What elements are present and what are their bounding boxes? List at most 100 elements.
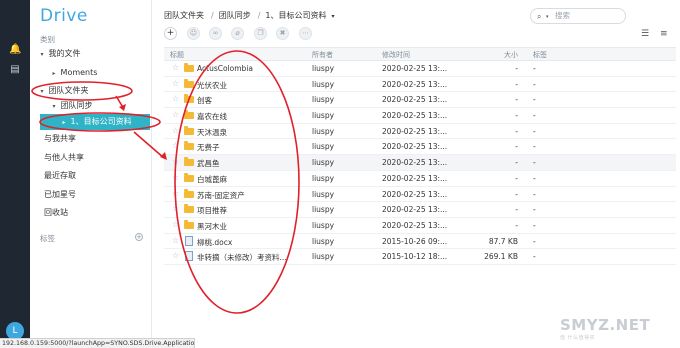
breadcrumb-item[interactable]: 团队同步: [219, 11, 251, 20]
link-icon[interactable]: ⌀: [231, 27, 244, 40]
sidebar-item-my-files[interactable]: ▾ 我的文件: [30, 46, 152, 62]
sidebar-item-moments[interactable]: ▸ Moments: [30, 65, 152, 81]
file-name[interactable]: 非转摘（未修改）考资料...: [197, 252, 287, 263]
star-icon[interactable]: ☆: [172, 126, 179, 135]
file-tags: -: [533, 173, 536, 183]
table-header: 标题 所有者 修改时间 大小 标签: [164, 47, 676, 61]
breadcrumb-separator: /: [211, 11, 214, 20]
table-row[interactable]: ☆ 非转摘（未修改）考资料... liuspy 2015-10-12 18:... 26…: [164, 249, 676, 265]
chevron-right-icon[interactable]: ▸: [60, 115, 68, 131]
copy-icon[interactable]: ❐: [254, 27, 267, 40]
file-name[interactable]: 项目推荐: [197, 205, 227, 216]
sidebar-item-label: 1、目标公司资料: [70, 117, 132, 126]
col-modified[interactable]: 修改时间: [382, 50, 410, 60]
sidebar-item-trash[interactable]: 回收站: [30, 205, 152, 221]
file-name[interactable]: 黑河木业: [197, 221, 227, 232]
sidebar-item-shared-with-others[interactable]: 与他人共享: [30, 150, 152, 166]
add-tag-icon[interactable]: +: [135, 233, 143, 241]
table-row[interactable]: ☆ 创客 liuspy 2020-02-25 13:... - -: [164, 92, 676, 109]
file-name[interactable]: 天沐温泉: [197, 127, 227, 138]
document-icon[interactable]: ▤: [9, 64, 21, 76]
chevron-right-icon[interactable]: ▸: [50, 66, 58, 82]
chevron-down-icon[interactable]: ▾: [332, 13, 335, 20]
star-icon[interactable]: ☆: [172, 79, 179, 88]
star-icon[interactable]: ☆: [172, 204, 179, 213]
share-link-icon[interactable]: ∞: [209, 27, 222, 40]
star-icon[interactable]: ☆: [172, 94, 179, 103]
file-tags: -: [533, 142, 536, 152]
col-owner[interactable]: 所有者: [312, 50, 333, 60]
site-watermark: SMYZ.NET 值 什么值得买: [560, 316, 651, 341]
table-row[interactable]: ☆ 项目推荐 liuspy 2020-02-25 13:... - -: [164, 202, 676, 218]
star-icon[interactable]: ☆: [172, 110, 179, 119]
file-modified: 2020-02-25 13:...: [382, 64, 448, 73]
watermark-subtext: 值 什么值得买: [560, 335, 596, 341]
breadcrumb-item[interactable]: 团队文件夹: [164, 11, 204, 20]
table-row[interactable]: ☆ 天沐温泉 liuspy 2020-02-25 13:... - -: [164, 124, 676, 140]
folder-icon: [184, 204, 194, 214]
sidebar-item-starred[interactable]: 已加星号: [30, 187, 152, 203]
star-icon[interactable]: ☆: [172, 173, 179, 182]
chevron-down-icon[interactable]: ▾: [546, 10, 549, 24]
add-user-icon[interactable]: ☺: [187, 27, 200, 40]
chevron-down-icon[interactable]: ▾: [50, 99, 58, 115]
star-icon[interactable]: ☆: [172, 189, 179, 198]
file-name[interactable]: 武昌鱼: [197, 158, 220, 169]
file-name[interactable]: 无费子: [197, 142, 220, 153]
sidebar-item-shared-with-me[interactable]: 与我共享: [30, 131, 152, 147]
file-name[interactable]: ActusColombia: [197, 64, 253, 73]
file-name[interactable]: 白城蓖麻: [197, 174, 227, 185]
file-modified: 2020-02-25 13:...: [382, 95, 448, 105]
folder-icon: [184, 125, 194, 135]
sidebar-item-team-folders[interactable]: ▾ 团队文件夹: [30, 83, 152, 99]
sidebar: Drive 类别 ▾ 我的文件 ▸ Moments ▾ 团队文件夹 ▾ 团队同步…: [30, 0, 152, 348]
file-name[interactable]: 光伏农业: [197, 80, 227, 91]
file-owner: liuspy: [312, 95, 335, 105]
col-size[interactable]: 大小: [454, 50, 518, 60]
table-row[interactable]: ☆ 柳桃.docx liuspy 2015-10-26 09:... 87.7 KB -: [164, 234, 676, 250]
file-name[interactable]: 创客: [197, 95, 212, 106]
sidebar-item-target-company[interactable]: ▸ 1、目标公司资料: [40, 114, 150, 130]
delete-icon[interactable]: ✖: [276, 27, 289, 40]
col-tags[interactable]: 标签: [533, 50, 547, 60]
table-row[interactable]: ☆ 嘉农在线 liuspy 2020-02-25 13:... - -: [164, 108, 676, 124]
search-input[interactable]: ⌕ ▾ 搜索: [530, 8, 626, 24]
col-title[interactable]: 标题: [170, 50, 184, 60]
breadcrumb-current[interactable]: 1、目标公司资料: [265, 11, 326, 20]
file-name[interactable]: 嘉农在线: [197, 111, 227, 122]
folder-icon: [184, 141, 194, 151]
table-row[interactable]: ☆ 白城蓖麻 liuspy 2020-02-25 13:... - -: [164, 171, 676, 187]
star-icon[interactable]: ☆: [172, 157, 179, 166]
file-modified: 2020-02-25 13:...: [382, 111, 448, 121]
app-logo: Drive: [40, 6, 88, 26]
star-icon[interactable]: ☆: [172, 63, 179, 72]
table-row[interactable]: ☆ 苏南-固定资产 liuspy 2020-02-25 13:... - -: [164, 187, 676, 203]
file-name[interactable]: 苏南-固定资产: [197, 190, 245, 201]
file-size: -: [515, 95, 518, 105]
bell-icon[interactable]: 🔔: [9, 44, 21, 56]
table-row[interactable]: ☆ 无费子 liuspy 2020-02-25 13:... - -: [164, 139, 676, 156]
more-icon[interactable]: ⋯: [299, 27, 312, 40]
table-row[interactable]: ☆ ActusColombia liuspy 2020-02-25 13:... - -: [164, 61, 676, 77]
details-panel-icon[interactable]: ≡: [660, 29, 668, 39]
sidebar-item-team-sync[interactable]: ▾ 团队同步: [30, 98, 152, 114]
chevron-down-icon[interactable]: ▾: [38, 47, 46, 63]
tags-label: 标签: [40, 234, 55, 243]
file-modified: 2020-02-25 13:...: [382, 189, 448, 199]
table-row[interactable]: ☆ 黑河木业 liuspy 2020-02-25 13:... - -: [164, 218, 676, 234]
sidebar-item-recent[interactable]: 最近存取: [30, 168, 152, 184]
file-name[interactable]: 柳桃.docx: [197, 237, 232, 248]
sidebar-item-label: 最近存取: [44, 171, 76, 180]
sidebar-item-label: 我的文件: [48, 49, 81, 58]
table-row[interactable]: ☆ 光伏农业 liuspy 2020-02-25 13:... - -: [164, 77, 676, 93]
watermark-text: SMYZ.NET: [560, 316, 651, 334]
new-button[interactable]: +: [164, 27, 177, 40]
table-row[interactable]: ☆ 武昌鱼 liuspy 2020-02-25 13:... - -: [164, 155, 676, 171]
star-icon[interactable]: ☆: [172, 236, 179, 245]
file-owner: liuspy: [312, 64, 335, 73]
star-icon[interactable]: ☆: [172, 220, 179, 229]
star-icon[interactable]: ☆: [172, 141, 179, 150]
file-modified: 2020-02-25 13:...: [382, 205, 448, 215]
star-icon[interactable]: ☆: [172, 251, 179, 260]
list-view-icon[interactable]: ☰: [641, 29, 649, 39]
